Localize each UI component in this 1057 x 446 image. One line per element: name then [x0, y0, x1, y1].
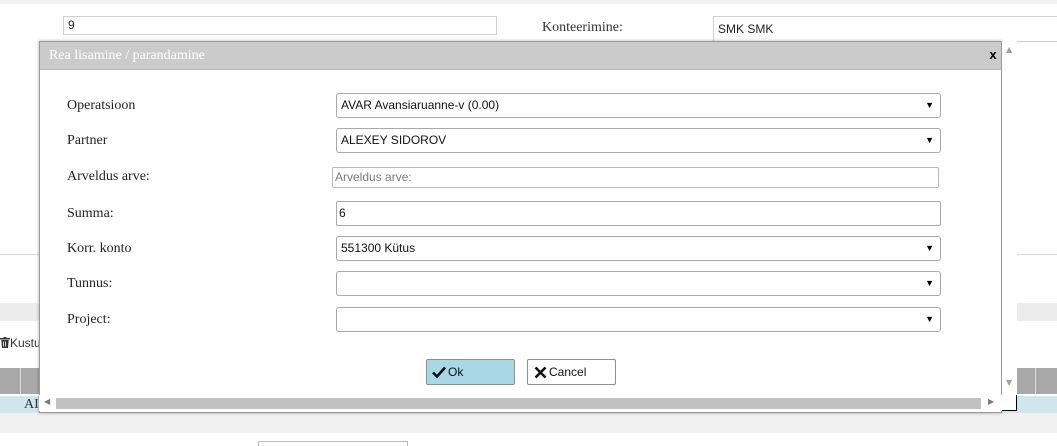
summa-input[interactable]: 6 [336, 201, 941, 226]
korr-konto-select-value: 551300 Kütus [341, 241, 416, 255]
ok-button[interactable]: Ok [426, 359, 515, 385]
background-table-row-text: AI [24, 397, 39, 412]
scroll-down-arrow-icon[interactable]: ▼ [1006, 378, 1012, 387]
background-divider-left [0, 254, 40, 255]
chevron-down-icon: ▼ [925, 135, 934, 145]
project-label: Project: [67, 312, 111, 327]
korr-konto-select[interactable]: 551300 Kütus ▼ [336, 236, 941, 261]
arveldus-arve-placeholder: Arveldus arve: [335, 170, 412, 184]
background-table-header-right [1017, 368, 1057, 394]
operatsioon-label: Operatsioon [67, 98, 136, 113]
background-bar-right [1017, 303, 1057, 321]
background-divider-right [1017, 254, 1057, 255]
background-delete-label: Kustu [10, 336, 40, 350]
background-delete-button[interactable]: Kustu [0, 336, 40, 354]
dialog-titlebar[interactable]: Rea lisamine / parandamine x [40, 42, 1001, 70]
konteerimine-label: Konteerimine: [542, 20, 623, 35]
konteerimine-field[interactable]: SMK SMK [713, 16, 1057, 42]
cancel-button-label: Cancel [549, 365, 587, 379]
partner-select[interactable]: ALEXEY SIDOROV ▼ [336, 128, 941, 153]
background-bottom-button[interactable] [258, 441, 408, 446]
korr-konto-label: Korr. konto [67, 241, 132, 256]
scroll-up-arrow-icon[interactable]: ▲ [1006, 45, 1012, 54]
vertical-scrollbar[interactable]: ▲ ▼ [1002, 41, 1017, 395]
operatsioon-select-value: AVAR Avansiaruanne-v (0.00) [341, 98, 500, 112]
summa-value: 6 [339, 206, 346, 220]
dialog-title: Rea lisamine / parandamine [49, 48, 205, 63]
chevron-down-icon: ▼ [925, 278, 934, 288]
partner-label: Partner [67, 133, 108, 148]
tunnus-select[interactable]: ▼ [336, 271, 941, 296]
page-top-strip [0, 0, 1057, 4]
tunnus-label: Tunnus: [67, 276, 113, 291]
dialog-close-button[interactable]: x [986, 48, 1000, 62]
project-select[interactable]: ▼ [336, 307, 941, 332]
scroll-left-arrow-icon[interactable]: ◀ [44, 397, 50, 406]
background-top-field[interactable]: 9 [63, 16, 497, 35]
cancel-button[interactable]: Cancel [527, 359, 616, 385]
close-icon [534, 366, 547, 379]
chevron-down-icon: ▼ [925, 243, 934, 253]
arveldus-arve-input[interactable]: Arveldus arve: [332, 167, 939, 188]
trash-icon [0, 337, 10, 348]
background-footer-bar [0, 413, 1057, 433]
chevron-down-icon: ▼ [925, 314, 934, 324]
scroll-right-arrow-icon[interactable]: ▶ [988, 397, 994, 406]
ok-button-label: Ok [448, 365, 464, 379]
operatsioon-select[interactable]: AVAR Avansiaruanne-v (0.00) ▼ [336, 93, 941, 118]
checkmark-icon [432, 366, 446, 378]
summa-label: Summa: [67, 206, 114, 221]
chevron-down-icon: ▼ [925, 100, 934, 110]
scrollbar-corner [1002, 395, 1017, 411]
edit-row-dialog: Rea lisamine / parandamine x Operatsioon… [39, 41, 1002, 413]
horizontal-scroll-thumb[interactable] [56, 398, 981, 409]
arveldus-arve-label: Arveldus arve: [67, 169, 150, 184]
partner-select-value: ALEXEY SIDOROV [341, 133, 447, 147]
background-bar-left [0, 303, 40, 321]
